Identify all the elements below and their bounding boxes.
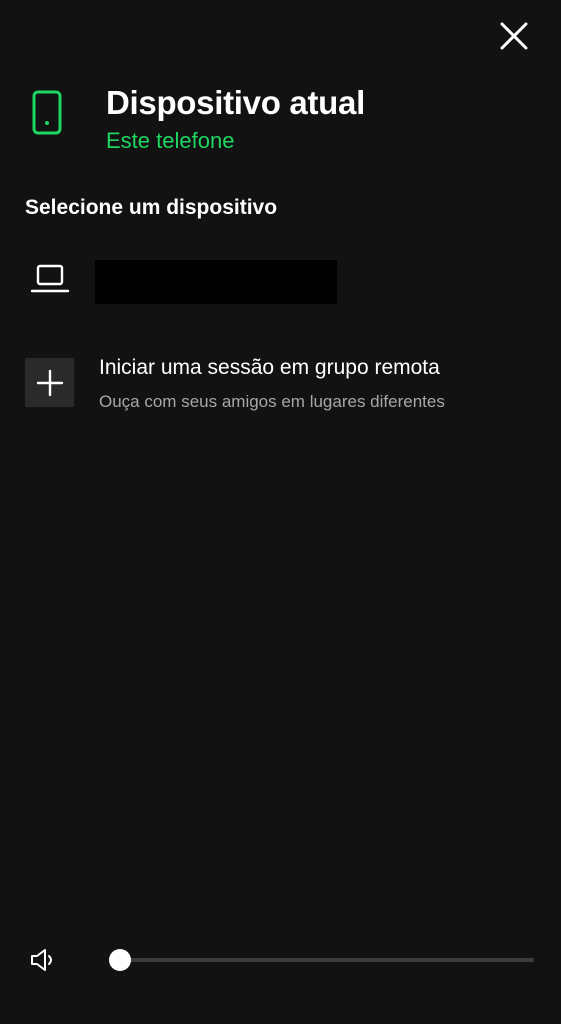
current-device-title: Dispositivo atual [106, 84, 365, 121]
group-session-sublabel: Ouça com seus amigos em lugares diferent… [99, 392, 445, 411]
current-device-subtitle: Este telefone [106, 128, 235, 153]
connect-device-screen: Dispositivo atual Este telefone Selecion… [0, 0, 561, 1024]
start-group-session-button[interactable]: Iniciar uma sessão em grupo remota Ouça … [25, 354, 535, 418]
close-icon [500, 22, 528, 50]
volume-slider[interactable] [109, 949, 534, 971]
close-button[interactable] [494, 16, 534, 56]
phone-icon [32, 90, 62, 135]
plus-icon-box [25, 358, 74, 407]
volume-control [28, 940, 538, 980]
volume-thumb[interactable] [109, 949, 132, 971]
speaker-icon[interactable] [28, 946, 58, 974]
current-device: Dispositivo atual Este telefone [30, 84, 530, 164]
select-device-heading: Selecione um dispositivo [25, 196, 278, 219]
laptop-icon [30, 264, 70, 293]
device-name-redacted [95, 260, 337, 304]
group-session-label: Iniciar uma sessão em grupo remota [99, 356, 440, 379]
device-item-laptop[interactable] [25, 256, 535, 308]
plus-icon [36, 369, 63, 396]
